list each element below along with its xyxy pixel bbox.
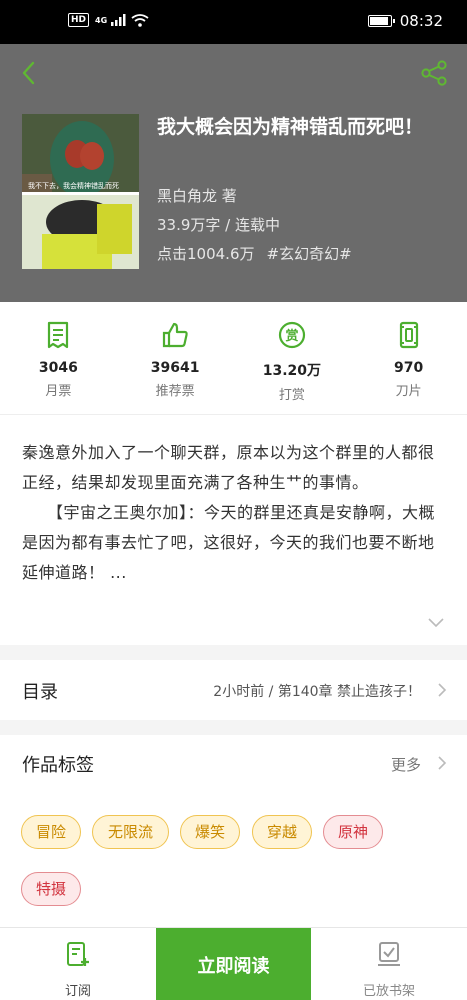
tag-chip[interactable]: 特摄 <box>21 872 81 906</box>
on-shelf-button[interactable]: 已放书架 <box>311 928 467 1000</box>
tag-chip[interactable]: 爆笑 <box>180 815 240 849</box>
stat-value: 13.20万 <box>262 363 322 379</box>
battery-icon <box>367 15 395 27</box>
tags-header: 作品标签 更多 <box>0 735 467 791</box>
share-icon[interactable] <box>419 58 449 88</box>
bookshelf-check-icon <box>378 942 400 966</box>
stat-recommend[interactable]: 39641 推荐票 <box>117 302 234 414</box>
toc-title: 目录 <box>22 682 58 703</box>
toc-row[interactable]: 目录 2小时前 / 第140章 禁止造孩子！ <box>0 660 467 720</box>
stat-label: 月票 <box>45 384 72 399</box>
stats-row: 3046 月票 39641 推荐票 赏 13.20万 打赏 970 刀片 <box>0 302 467 414</box>
status-bar: HD 4G 08:32 <box>0 0 467 44</box>
network-type: 4G <box>95 15 108 25</box>
bottom-action-bar: 订阅 立即阅读 已放书架 <box>0 927 467 1000</box>
book-header: 我不下去，我会精神错乱而死 我大概会因为精神错乱而死吧！ 黑白角龙 著 33.9… <box>0 44 467 302</box>
stat-reward[interactable]: 赏 13.20万 打赏 <box>234 302 351 414</box>
chevron-right-icon[interactable] <box>437 755 447 771</box>
book-title: 我大概会因为精神错乱而死吧！ <box>157 116 424 138</box>
hd-badge: HD <box>68 13 90 27</box>
chevron-down-icon[interactable] <box>427 615 445 629</box>
stat-value: 970 <box>394 360 424 376</box>
latest-chapter: 2小时前 / 第140章 禁止造孩子！ <box>213 684 421 700</box>
divider <box>0 414 467 415</box>
tag-chip[interactable]: 穿越 <box>252 815 312 849</box>
stat-value: 39641 <box>150 360 200 376</box>
svg-text:赏: 赏 <box>285 328 298 344</box>
book-meta: 点击1004.6万 #玄幻奇幻# <box>157 243 352 264</box>
tags-more-link[interactable]: 更多 <box>391 754 421 775</box>
cover-art: 我不下去，我会精神错乱而死 <box>22 114 139 269</box>
status-left: HD 4G <box>68 13 149 27</box>
thumbs-up-icon <box>163 322 188 348</box>
stat-label: 刀片 <box>395 384 422 399</box>
tag-chip[interactable]: 无限流 <box>92 815 169 849</box>
subscribe-button[interactable]: 订阅 <box>0 928 156 1000</box>
synopsis-paragraph: 秦逸意外加入了一个聊天群，原本以为这个群里的人都很正经，结果却发现里面充满了各种… <box>22 443 435 492</box>
status-right: 08:32 <box>367 12 443 30</box>
book-author[interactable]: 黑白角龙 著 <box>157 185 237 206</box>
tags-title: 作品标签 <box>22 755 94 776</box>
tag-chip[interactable]: 冒险 <box>21 815 81 849</box>
section-gap <box>0 645 467 660</box>
stat-monthly-ticket[interactable]: 3046 月票 <box>0 302 117 414</box>
genre-tag[interactable]: #玄幻奇幻# <box>267 243 352 264</box>
on-shelf-label: 已放书架 <box>362 984 415 999</box>
synopsis[interactable]: 秦逸意外加入了一个聊天群，原本以为这个群里的人都很正经，结果却发现里面充满了各种… <box>22 438 446 588</box>
wifi-icon <box>131 13 149 27</box>
monthly-ticket-icon <box>48 321 69 349</box>
stat-blade[interactable]: 970 刀片 <box>350 302 467 414</box>
tag-chip[interactable]: 原神 <box>323 815 383 849</box>
back-arrow-icon[interactable] <box>14 58 44 88</box>
status-time: 08:32 <box>399 12 443 30</box>
synopsis-paragraph: 【宇宙之王奥尔加】：今天的群里还真是安静啊，大概是因为都有事去忙了吧，这很好，今… <box>22 503 436 582</box>
click-count: 点击1004.6万 <box>157 245 255 263</box>
blade-icon <box>399 321 418 349</box>
book-wordcount-status: 33.9万字 / 连载中 <box>157 216 280 234</box>
book-cover[interactable]: 我不下去，我会精神错乱而死 <box>22 114 139 269</box>
subscribe-label: 订阅 <box>64 984 91 999</box>
cover-caption: 我不下去，我会精神错乱而死 <box>28 181 119 190</box>
section-gap <box>0 720 467 735</box>
read-now-button[interactable]: 立即阅读 <box>156 928 311 1000</box>
stat-value: 3046 <box>38 360 78 376</box>
stat-label: 打赏 <box>278 388 305 403</box>
chevron-right-icon <box>438 683 447 697</box>
signal-icon <box>111 14 126 26</box>
subscribe-icon <box>67 942 89 966</box>
stat-label: 推荐票 <box>155 384 195 399</box>
reward-icon: 赏 <box>278 321 305 349</box>
